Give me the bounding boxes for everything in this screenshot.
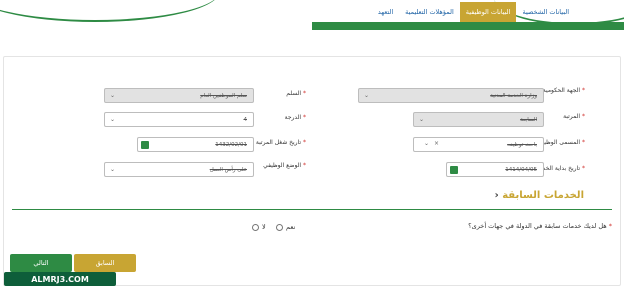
job-status-label: * الوضع الوظيفي: [263, 162, 306, 169]
chevron-left-icon: ‹: [494, 190, 499, 201]
radio-yes[interactable]: [276, 223, 283, 231]
previous-services-question: * هل لديك خدمات سابقة في الدولة في جهات …: [468, 222, 612, 230]
job-status-value: على رأس العمل: [209, 167, 247, 173]
rank-date-value: 1432/02/01: [215, 142, 247, 148]
rank-value: السابعة: [520, 117, 537, 123]
grade-select[interactable]: 4 ⌄: [104, 112, 254, 127]
previous-button[interactable]: السابق: [74, 254, 136, 272]
watermark-logo: ALMRJ3.COM: [4, 272, 116, 286]
job-title-select[interactable]: باحث توظيف ⌄ ×: [413, 137, 544, 152]
ladder-label: * السلم: [286, 90, 306, 97]
calendar-icon[interactable]: [141, 141, 149, 149]
chevron-down-icon: ⌄: [419, 116, 425, 123]
chevron-down-icon: ⌄: [110, 92, 116, 99]
tab-qualifications[interactable]: المؤهلات التعليمية: [399, 2, 460, 22]
gov-entity-select[interactable]: وزارة الخدمة المدنية ⌄: [358, 88, 544, 103]
rank-date-label: * تاريخ شغل المرتبة: [255, 139, 306, 146]
rank-select[interactable]: السابعة ⌄: [413, 112, 544, 127]
clear-icon: ×: [434, 140, 440, 147]
chevron-down-icon: ⌄: [110, 166, 116, 173]
radio-no-label: لا: [262, 223, 266, 231]
grade-label: * الدرجة: [284, 114, 306, 121]
radio-no[interactable]: [252, 223, 259, 231]
rank-date-input[interactable]: 1432/02/01: [137, 137, 254, 152]
expand-icon: ⌄: [424, 140, 430, 147]
radio-yes-option[interactable]: نعم: [276, 223, 295, 231]
previous-services-heading: الخدمات السابقة ‹: [494, 190, 584, 201]
next-button[interactable]: التالي: [10, 254, 72, 272]
gov-entity-value: وزارة الخدمة المدنية: [490, 93, 537, 99]
tab-bar: البيانات الشخصية البيانات الوظيفية المؤه…: [345, 2, 575, 22]
calendar-icon[interactable]: [450, 166, 458, 174]
service-start-date-input[interactable]: 1414/04/05: [446, 162, 544, 177]
gov-entity-label: * الجهة الحكومية: [542, 87, 585, 94]
radio-yes-label: نعم: [286, 223, 296, 231]
ladder-value: سلم الموظفين العام: [200, 93, 247, 99]
chevron-down-icon: ⌄: [110, 116, 116, 123]
grade-value: 4: [243, 117, 248, 123]
rank-label: * المرتبة: [563, 113, 585, 120]
decorative-arc-left: [0, 0, 220, 22]
service-start-value: 1414/04/05: [505, 167, 537, 173]
chevron-down-icon: ⌄: [364, 92, 370, 99]
job-status-select[interactable]: على رأس العمل ⌄: [104, 162, 254, 177]
tab-job-data[interactable]: البيانات الوظيفية: [459, 2, 517, 22]
tab-pledge[interactable]: التعهد: [372, 2, 399, 22]
section-divider: [12, 209, 612, 210]
tab-underline: [312, 22, 624, 30]
radio-no-option[interactable]: لا: [252, 223, 266, 231]
job-title-value: باحث توظيف: [507, 142, 537, 148]
ladder-select[interactable]: سلم الموظفين العام ⌄: [104, 88, 254, 103]
tab-personal-data[interactable]: البيانات الشخصية: [516, 2, 575, 22]
